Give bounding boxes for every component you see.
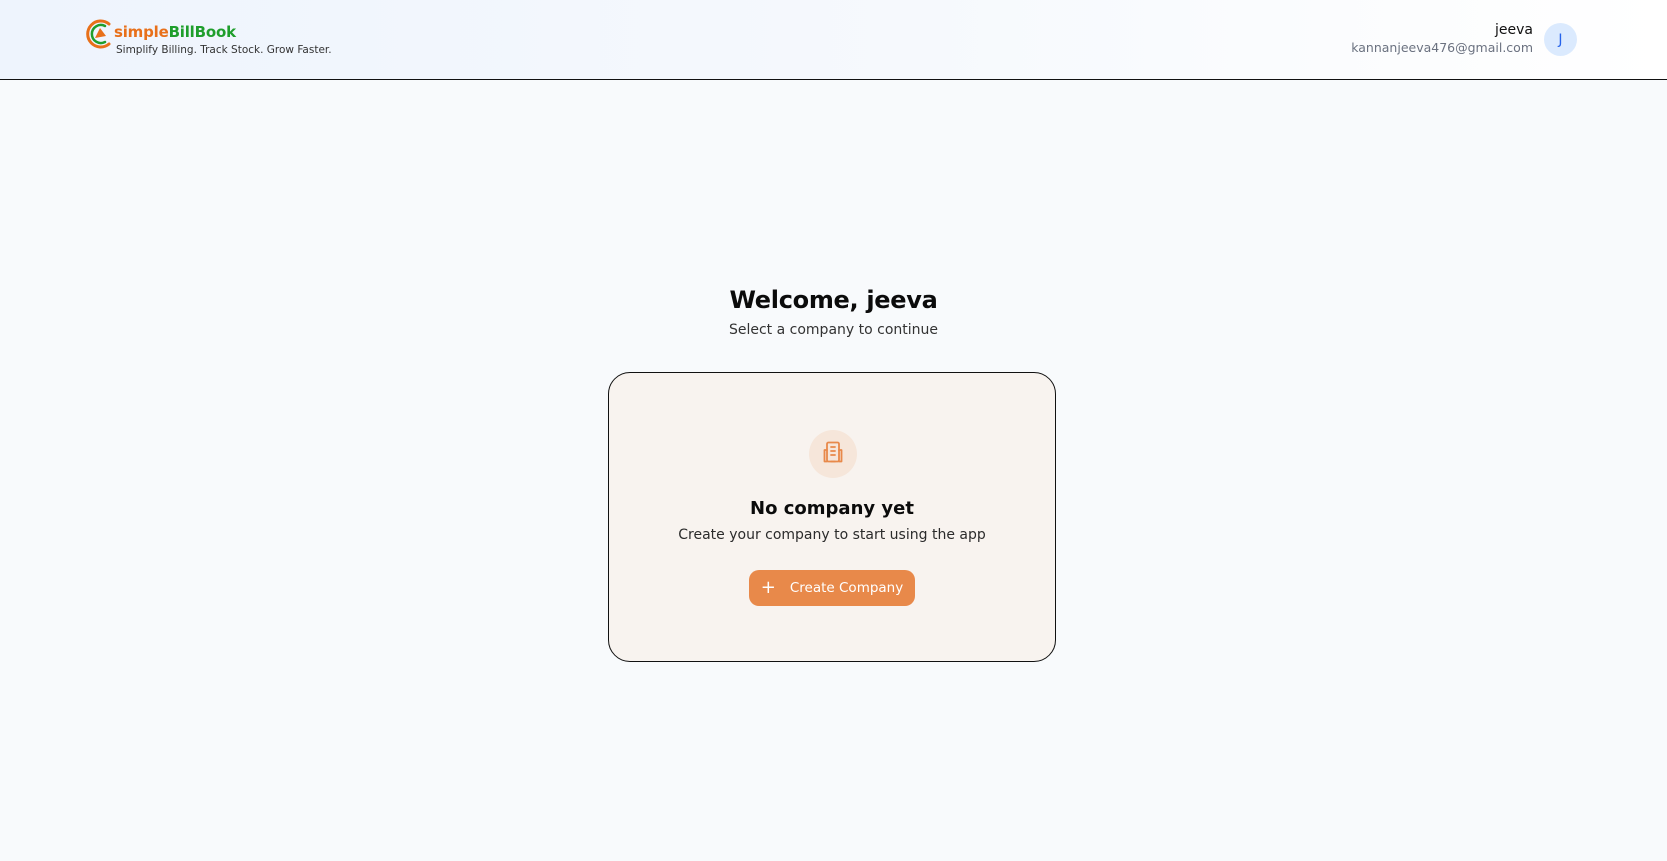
simplebillbook-logo-icon <box>82 17 116 51</box>
top-header: simpleBillBook Simplify Billing. Track S… <box>0 0 1667 80</box>
brand-name-part1: simple <box>114 23 169 41</box>
brand-tagline: Simplify Billing. Track Stock. Grow Fast… <box>116 44 332 56</box>
user-email: kannanjeeva476@gmail.com <box>1351 40 1533 55</box>
plus-icon: + <box>760 577 776 598</box>
empty-state-description: Create your company to start using the a… <box>678 527 986 543</box>
user-info: jeeva kannanjeeva476@gmail.com <box>1351 21 1533 57</box>
avatar[interactable]: J <box>1544 23 1577 56</box>
brand[interactable]: simpleBillBook Simplify Billing. Track S… <box>82 17 342 57</box>
building-icon <box>821 440 845 468</box>
create-company-label: Create Company <box>789 580 904 596</box>
brand-name: simpleBillBook <box>114 23 236 41</box>
page-title: Welcome, jeeva <box>729 286 938 314</box>
building-icon-circle <box>809 430 857 478</box>
empty-state-title: No company yet <box>750 498 914 519</box>
user-name: jeeva <box>1495 22 1533 38</box>
page-subtitle: Select a company to continue <box>728 322 939 338</box>
welcome-section: Welcome, jeeva Select a company to conti… <box>0 283 1667 339</box>
brand-name-part2: BillBook <box>168 23 236 41</box>
empty-state-card: No company yet Create your company to st… <box>608 372 1056 662</box>
create-company-button[interactable]: + Create Company <box>749 570 915 606</box>
